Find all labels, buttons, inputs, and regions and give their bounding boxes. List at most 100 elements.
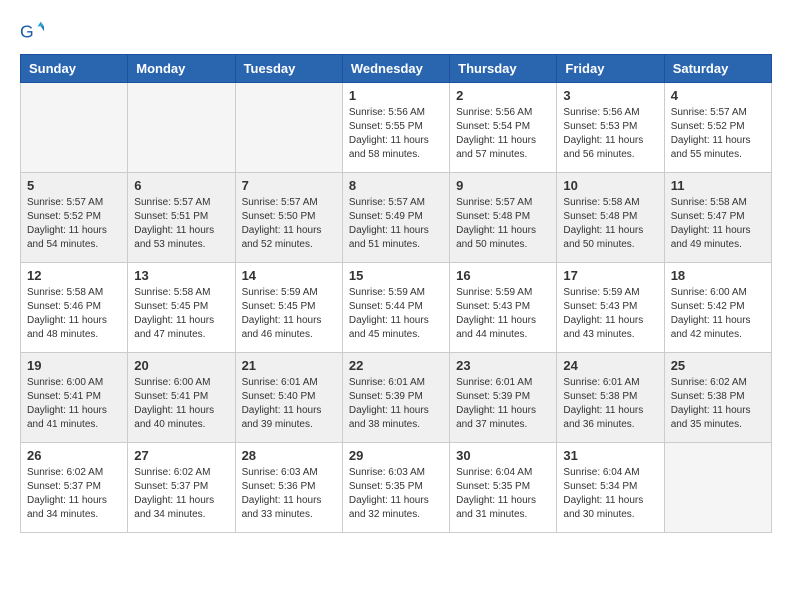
calendar-cell: 11 Sunrise: 5:58 AM Sunset: 5:47 PM Dayli… [664, 173, 771, 263]
calendar-cell: 5 Sunrise: 5:57 AM Sunset: 5:52 PM Daylig… [21, 173, 128, 263]
weekday-header-sunday: Sunday [21, 55, 128, 83]
day-info: Sunrise: 6:02 AM Sunset: 5:38 PM Dayligh… [671, 376, 765, 432]
calendar-cell: 22 Sunrise: 6:01 AM Sunset: 5:39 PM Dayli… [342, 353, 449, 443]
weekday-header-saturday: Saturday [664, 55, 771, 83]
day-info: Sunrise: 5:57 AM Sunset: 5:50 PM Dayligh… [242, 196, 336, 252]
logo-icon: G [20, 20, 44, 44]
day-info: Sunrise: 5:57 AM Sunset: 5:52 PM Dayligh… [671, 106, 765, 162]
day-info: Sunrise: 5:57 AM Sunset: 5:48 PM Dayligh… [456, 196, 550, 252]
day-number: 22 [349, 358, 443, 373]
day-number: 9 [456, 178, 550, 193]
calendar-cell: 21Sunrise: 6:01 AM Sunset: 5:40 PM Dayli… [235, 353, 342, 443]
calendar-week-row: 26 Sunrise: 6:02 AM Sunset: 5:37 PM Dayli… [21, 443, 772, 533]
day-number: 8 [349, 178, 443, 193]
calendar-week-row: 1 Sunrise: 5:56 AM Sunset: 5:55 PM Daylig… [21, 83, 772, 173]
day-number: 28 [242, 448, 336, 463]
day-number: 15 [349, 268, 443, 283]
calendar-cell: 25 Sunrise: 6:02 AM Sunset: 5:38 PM Dayli… [664, 353, 771, 443]
day-number: 26 [27, 448, 121, 463]
day-info: Sunrise: 6:01 AM Sunset: 5:39 PM Dayligh… [349, 376, 443, 432]
day-info: Sunrise: 6:00 AM Sunset: 5:41 PM Dayligh… [27, 376, 121, 432]
calendar-cell: 19 Sunrise: 6:00 AM Sunset: 5:41 PM Dayli… [21, 353, 128, 443]
day-info: Sunrise: 6:02 AM Sunset: 5:37 PM Dayligh… [134, 466, 228, 522]
header: G [20, 20, 772, 44]
day-number: 3 [563, 88, 657, 103]
day-number: 2 [456, 88, 550, 103]
day-number: 4 [671, 88, 765, 103]
calendar-cell: 1 Sunrise: 5:56 AM Sunset: 5:55 PM Daylig… [342, 83, 449, 173]
day-number: 21 [242, 358, 336, 373]
calendar-cell: 28 Sunrise: 6:03 AM Sunset: 5:36 PM Dayli… [235, 443, 342, 533]
day-info: Sunrise: 5:59 AM Sunset: 5:43 PM Dayligh… [456, 286, 550, 342]
calendar-cell: 7 Sunrise: 5:57 AM Sunset: 5:50 PM Daylig… [235, 173, 342, 263]
day-info: Sunrise: 5:57 AM Sunset: 5:49 PM Dayligh… [349, 196, 443, 252]
calendar-week-row: 19 Sunrise: 6:00 AM Sunset: 5:41 PM Dayli… [21, 353, 772, 443]
calendar-cell: 23 Sunrise: 6:01 AM Sunset: 5:39 PM Dayli… [450, 353, 557, 443]
calendar-table: SundayMondayTuesdayWednesdayThursdayFrid… [20, 54, 772, 533]
calendar-cell: 4 Sunrise: 5:57 AM Sunset: 5:52 PM Daylig… [664, 83, 771, 173]
day-info: Sunrise: 6:02 AM Sunset: 5:37 PM Dayligh… [27, 466, 121, 522]
calendar-cell: 13 Sunrise: 5:58 AM Sunset: 5:45 PM Dayli… [128, 263, 235, 353]
day-number: 24 [563, 358, 657, 373]
calendar-cell: 24 Sunrise: 6:01 AM Sunset: 5:38 PM Dayli… [557, 353, 664, 443]
day-info: Sunrise: 6:00 AM Sunset: 5:42 PM Dayligh… [671, 286, 765, 342]
calendar-cell: 14Sunrise: 5:59 AM Sunset: 5:45 PM Dayli… [235, 263, 342, 353]
weekday-header-friday: Friday [557, 55, 664, 83]
calendar-cell: 30 Sunrise: 6:04 AM Sunset: 5:35 PM Dayli… [450, 443, 557, 533]
day-info: Sunrise: 6:01 AM Sunset: 5:39 PM Dayligh… [456, 376, 550, 432]
calendar-cell: 20 Sunrise: 6:00 AM Sunset: 5:41 PM Dayli… [128, 353, 235, 443]
calendar-cell [235, 83, 342, 173]
weekday-header-thursday: Thursday [450, 55, 557, 83]
day-info: Sunrise: 6:01 AM Sunset: 5:38 PM Dayligh… [563, 376, 657, 432]
day-info: Sunrise: 5:59 AM Sunset: 5:44 PM Dayligh… [349, 286, 443, 342]
weekday-header-monday: Monday [128, 55, 235, 83]
day-number: 1 [349, 88, 443, 103]
day-info: Sunrise: 5:58 AM Sunset: 5:47 PM Dayligh… [671, 196, 765, 252]
day-number: 12 [27, 268, 121, 283]
day-info: Sunrise: 5:56 AM Sunset: 5:53 PM Dayligh… [563, 106, 657, 162]
day-info: Sunrise: 6:03 AM Sunset: 5:36 PM Dayligh… [242, 466, 336, 522]
day-info: Sunrise: 5:58 AM Sunset: 5:45 PM Dayligh… [134, 286, 228, 342]
calendar-cell: 18 Sunrise: 6:00 AM Sunset: 5:42 PM Dayli… [664, 263, 771, 353]
day-info: Sunrise: 5:59 AM Sunset: 5:43 PM Dayligh… [563, 286, 657, 342]
day-info: Sunrise: 6:04 AM Sunset: 5:35 PM Dayligh… [456, 466, 550, 522]
day-number: 16 [456, 268, 550, 283]
day-number: 11 [671, 178, 765, 193]
day-info: Sunrise: 6:03 AM Sunset: 5:35 PM Dayligh… [349, 466, 443, 522]
calendar-week-row: 12 Sunrise: 5:58 AM Sunset: 5:46 PM Dayli… [21, 263, 772, 353]
day-number: 31 [563, 448, 657, 463]
day-info: Sunrise: 5:57 AM Sunset: 5:52 PM Dayligh… [27, 196, 121, 252]
calendar-cell: 2Sunrise: 5:56 AM Sunset: 5:54 PM Daylig… [450, 83, 557, 173]
calendar-cell: 12 Sunrise: 5:58 AM Sunset: 5:46 PM Dayli… [21, 263, 128, 353]
calendar-cell: 8 Sunrise: 5:57 AM Sunset: 5:49 PM Daylig… [342, 173, 449, 263]
day-number: 20 [134, 358, 228, 373]
day-info: Sunrise: 6:00 AM Sunset: 5:41 PM Dayligh… [134, 376, 228, 432]
day-number: 5 [27, 178, 121, 193]
day-number: 7 [242, 178, 336, 193]
day-number: 30 [456, 448, 550, 463]
calendar-cell: 10 Sunrise: 5:58 AM Sunset: 5:48 PM Dayli… [557, 173, 664, 263]
calendar-cell: 15 Sunrise: 5:59 AM Sunset: 5:44 PM Dayli… [342, 263, 449, 353]
day-number: 14 [242, 268, 336, 283]
day-info: Sunrise: 5:58 AM Sunset: 5:46 PM Dayligh… [27, 286, 121, 342]
day-number: 25 [671, 358, 765, 373]
calendar-cell: 27 Sunrise: 6:02 AM Sunset: 5:37 PM Dayli… [128, 443, 235, 533]
day-number: 23 [456, 358, 550, 373]
svg-text:G: G [20, 22, 34, 42]
calendar-cell: 9 Sunrise: 5:57 AM Sunset: 5:48 PM Daylig… [450, 173, 557, 263]
weekday-header-tuesday: Tuesday [235, 55, 342, 83]
day-info: Sunrise: 5:56 AM Sunset: 5:55 PM Dayligh… [349, 106, 443, 162]
day-number: 19 [27, 358, 121, 373]
logo: G [20, 20, 48, 44]
day-number: 29 [349, 448, 443, 463]
day-number: 6 [134, 178, 228, 193]
day-number: 13 [134, 268, 228, 283]
calendar-cell: 29 Sunrise: 6:03 AM Sunset: 5:35 PM Dayli… [342, 443, 449, 533]
calendar-cell: 31Sunrise: 6:04 AM Sunset: 5:34 PM Dayli… [557, 443, 664, 533]
day-info: Sunrise: 5:58 AM Sunset: 5:48 PM Dayligh… [563, 196, 657, 252]
day-number: 27 [134, 448, 228, 463]
calendar-cell: 16 Sunrise: 5:59 AM Sunset: 5:43 PM Dayli… [450, 263, 557, 353]
calendar-week-row: 5 Sunrise: 5:57 AM Sunset: 5:52 PM Daylig… [21, 173, 772, 263]
day-number: 10 [563, 178, 657, 193]
day-number: 18 [671, 268, 765, 283]
